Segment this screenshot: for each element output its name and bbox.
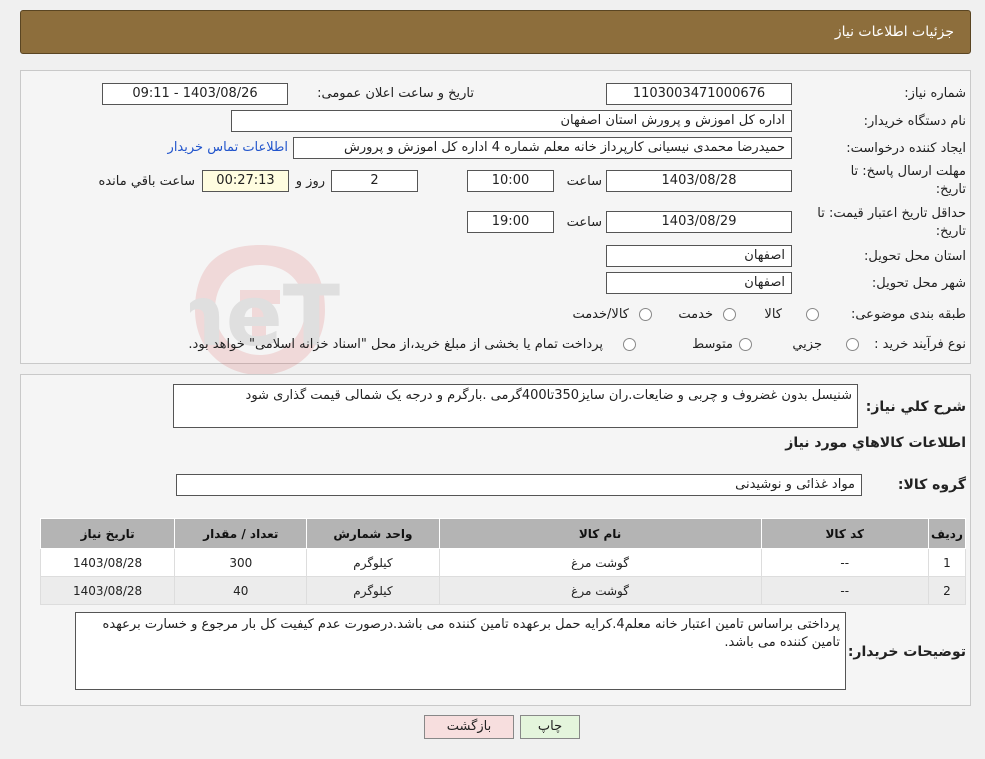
cell-code: -- <box>760 576 929 605</box>
need-number-label: شماره نیاز: <box>904 86 966 101</box>
category-option-goods: کالا <box>764 307 782 322</box>
category-radio-goods-service[interactable] <box>639 308 652 321</box>
cell-row: 2 <box>927 576 967 605</box>
process-option-medium: متوسط <box>692 337 733 352</box>
process-radio-minor[interactable] <box>846 338 859 351</box>
table-row: 2 -- گوشت مرغ کیلوگرم 40 1403/08/28 <box>39 576 967 605</box>
cell-name: گوشت مرغ <box>438 548 762 577</box>
purchase-process-label: نوع فرآیند خرید : <box>874 337 966 352</box>
need-number-field: 1103003471000676 <box>606 83 792 105</box>
buyer-contact-link[interactable]: اطلاعات تماس خریدار <box>168 140 288 155</box>
buyer-notes-text: پرداختی براساس تامین اعتبار خانه معلم4.ک… <box>102 617 840 650</box>
col-quantity: تعداد / مقدار <box>174 518 308 549</box>
cell-need-date: 1403/08/28 <box>39 576 176 605</box>
buyer-org-field: اداره کل اموزش و پرورش استان اصفهان <box>231 110 792 132</box>
back-button[interactable]: بازگشت <box>424 715 514 739</box>
delivery-city-label: شهر محل تحویل: <box>871 276 966 291</box>
delivery-province-label: استان محل تحویل: <box>864 249 966 264</box>
description-field: شنیسل بدون غضروف و چربی و ضایعات.ران سای… <box>173 384 858 428</box>
goods-group-label: گروه کالا: <box>897 477 966 493</box>
response-deadline-date: 1403/08/28 <box>606 170 792 192</box>
category-radio-goods[interactable] <box>806 308 819 321</box>
cell-quantity: 40 <box>174 576 308 605</box>
response-deadline-time: 10:00 <box>467 170 554 192</box>
goods-group-field: مواد غذائی و نوشیدنی <box>176 474 862 496</box>
process-radio-medium[interactable] <box>739 338 752 351</box>
price-validity-label-2: تاریخ: <box>935 224 966 239</box>
page-header: جزئیات اطلاعات نیاز <box>20 10 971 54</box>
process-note: پرداخت تمام یا بخشی از مبلغ خرید،از محل … <box>188 337 603 352</box>
cell-row: 1 <box>927 548 967 577</box>
description-label: شرح کلي نياز: <box>865 399 966 415</box>
description-text: شنیسل بدون غضروف و چربی و ضایعات.ران سای… <box>245 388 852 403</box>
response-days-field: 2 <box>331 170 418 192</box>
buyer-org-label: نام دستگاه خریدار: <box>863 114 966 129</box>
col-name: نام کالا <box>438 518 762 549</box>
announce-datetime-label: تاریخ و ساعت اعلان عمومی: <box>317 86 474 101</box>
table-row: 1 -- گوشت مرغ کیلوگرم 300 1403/08/28 <box>39 548 967 577</box>
price-validity-date: 1403/08/29 <box>606 211 792 233</box>
col-row: رديف <box>927 518 967 549</box>
col-unit: واحد شمارش <box>306 518 440 549</box>
buyer-notes-field: پرداختی براساس تامین اعتبار خانه معلم4.ک… <box>75 612 846 690</box>
cell-need-date: 1403/08/28 <box>39 548 176 577</box>
category-radio-service[interactable] <box>723 308 736 321</box>
category-label: طبقه بندی موضوعی: <box>850 307 966 322</box>
cell-unit: کیلوگرم <box>306 576 440 605</box>
requester-label: ایجاد کننده درخواست: <box>846 141 966 156</box>
cell-unit: کیلوگرم <box>306 548 440 577</box>
delivery-province-field: اصفهان <box>606 245 792 267</box>
response-deadline-label-1: مهلت ارسال پاسخ: تا <box>850 164 966 179</box>
page-title: جزئیات اطلاعات نیاز <box>834 24 954 40</box>
items-section-title: اطلاعات کالاهاي مورد نياز <box>785 435 966 451</box>
response-deadline-label-2: تاریخ: <box>935 182 966 197</box>
items-table: رديف کد کالا نام کالا واحد شمارش تعداد /… <box>39 518 967 605</box>
delivery-city-field: اصفهان <box>606 272 792 294</box>
days-label: روز و <box>295 174 325 189</box>
category-option-goods-service: کالا/خدمت <box>572 307 629 322</box>
price-validity-label-1: حداقل تاریخ اعتبار قیمت: تا <box>817 206 966 221</box>
process-radio-treasury[interactable] <box>623 338 636 351</box>
cell-quantity: 300 <box>174 548 308 577</box>
price-validity-time: 19:00 <box>467 211 554 233</box>
requester-field: حمیدرضا محمدی نیسیانی کارپرداز خانه معلم… <box>293 137 792 159</box>
price-validity-time-label: ساعت <box>566 215 602 230</box>
col-code: کد کالا <box>760 518 929 549</box>
announce-datetime-field: 1403/08/26 - 09:11 <box>102 83 288 105</box>
process-option-minor: جزیي <box>792 337 822 352</box>
buyer-notes-label: توضیحات خریدار: <box>847 644 966 660</box>
remaining-time-field: 00:27:13 <box>202 170 289 192</box>
items-table-header: رديف کد کالا نام کالا واحد شمارش تعداد /… <box>39 518 967 549</box>
print-button[interactable]: چاپ <box>520 715 580 739</box>
cell-name: گوشت مرغ <box>438 576 762 605</box>
remaining-time-label: ساعت باقي مانده <box>98 174 195 189</box>
category-option-service: خدمت <box>678 307 713 322</box>
cell-code: -- <box>760 548 929 577</box>
col-need-date: تاريخ نياز <box>39 518 176 549</box>
response-time-label: ساعت <box>566 174 602 189</box>
